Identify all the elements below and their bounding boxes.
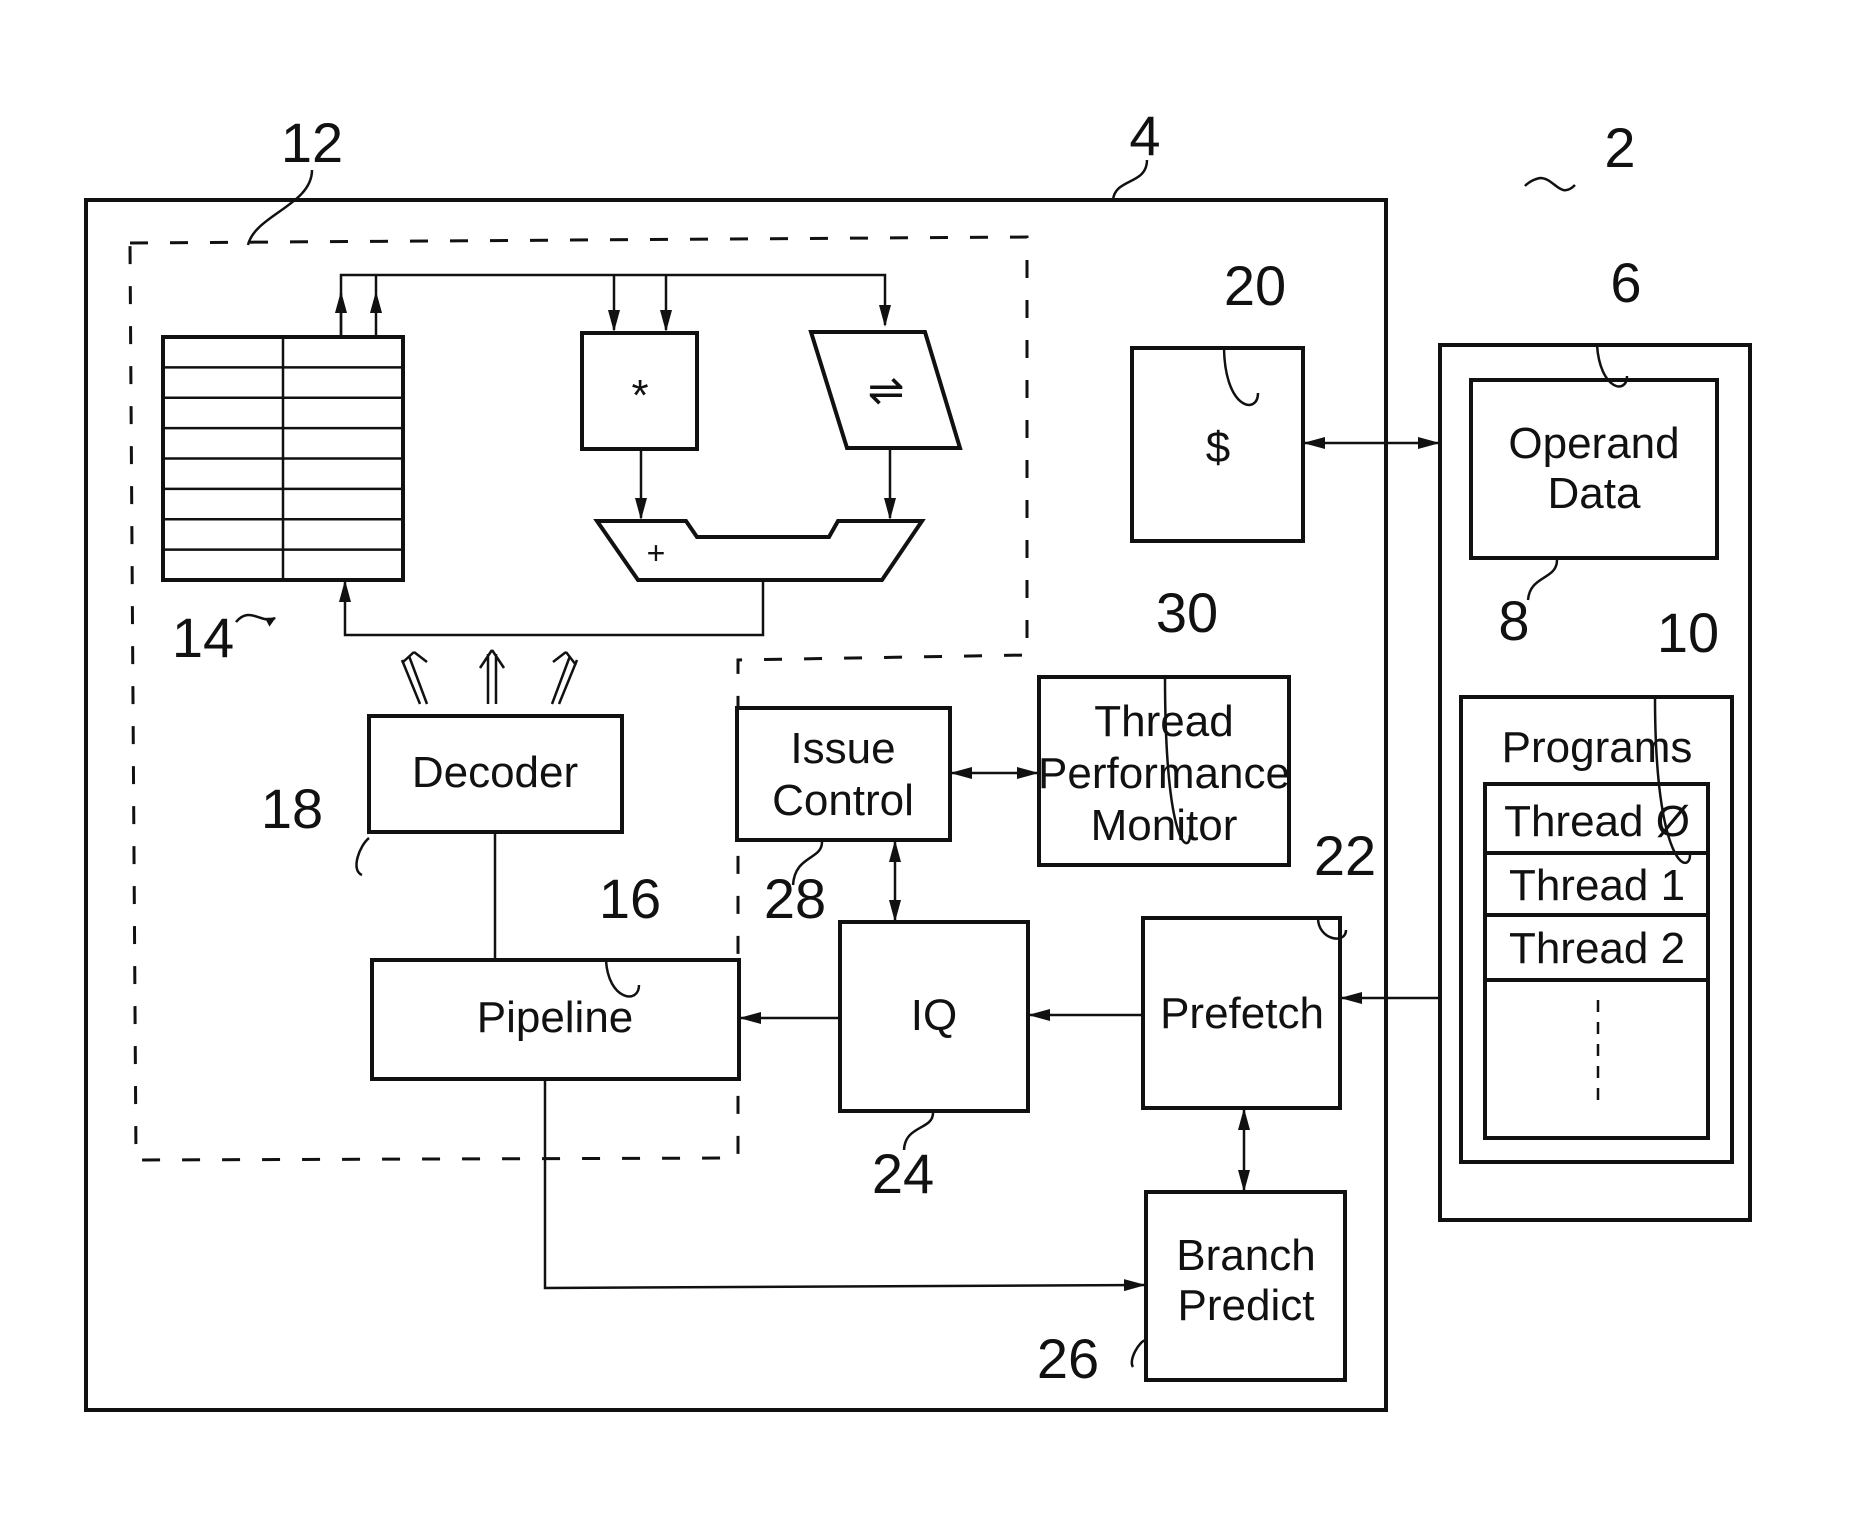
programs-block: Programs Thread Ø Thread 1 Thread 2 — [1459, 695, 1734, 1164]
register-file — [161, 335, 405, 582]
numeral-8: 8 — [1498, 589, 1529, 652]
thread-1-label: Thread 1 — [1509, 861, 1685, 910]
issue-control-label-line1: Issue — [790, 724, 895, 773]
branch-predict-label-line1: Branch — [1176, 1231, 1315, 1280]
pipeline-block: Pipeline — [370, 958, 741, 1081]
thread-2-label: Thread 2 — [1509, 924, 1685, 973]
numeral-4: 4 — [1129, 104, 1160, 167]
multiply-symbol: * — [631, 371, 648, 420]
shifter-unit: ⇌ — [808, 330, 963, 450]
multiplier-unit: * — [580, 331, 699, 451]
numeral-28: 28 — [764, 867, 826, 930]
numeral-14: 14 — [172, 606, 234, 669]
numeral-10: 10 — [1657, 601, 1719, 664]
add-symbol: + — [647, 535, 666, 571]
programs-label: Programs — [1502, 723, 1693, 772]
decoder-control-arrows — [400, 649, 579, 705]
tpm-label-line3: Monitor — [1091, 801, 1238, 850]
branch-predict-block: Branch Predict — [1144, 1190, 1347, 1382]
numeral-22: 22 — [1314, 824, 1376, 887]
numeral-16: 16 — [599, 867, 661, 930]
operand-data-block: Operand Data — [1469, 378, 1719, 560]
numeral-24: 24 — [872, 1142, 934, 1205]
cache-symbol: $ — [1206, 423, 1230, 472]
prefetch-label: Prefetch — [1160, 989, 1324, 1038]
issue-queue-block: IQ — [838, 920, 1030, 1113]
adder-unit: + — [593, 519, 926, 582]
issue-control-block: Issue Control — [735, 706, 952, 842]
issue-control-label-line2: Control — [772, 776, 914, 825]
cache-block: $ — [1130, 346, 1305, 543]
branch-predict-label-line2: Predict — [1178, 1281, 1315, 1330]
decoder-label: Decoder — [412, 748, 578, 797]
numeral-6: 6 — [1610, 251, 1641, 314]
iq-label: IQ — [911, 991, 957, 1040]
processor-block-diagram: * ⇌ + Decoder Pipeline $ Issue Control T… — [84, 104, 1752, 1412]
numeral-12: 12 — [281, 111, 343, 174]
operand-data-label-line2: Data — [1548, 469, 1641, 518]
pipeline-label: Pipeline — [477, 993, 634, 1042]
operand-data-label-line1: Operand — [1508, 419, 1679, 468]
operand-bus — [335, 273, 891, 337]
numeral-2: 2 — [1604, 116, 1635, 179]
numeral-18: 18 — [261, 777, 323, 840]
prefetch-block: Prefetch — [1141, 916, 1342, 1110]
numeral-26: 26 — [1037, 1327, 1099, 1390]
tpm-label-line2: Performance — [1038, 749, 1290, 798]
numeral-30: 30 — [1156, 581, 1218, 644]
decoder-block: Decoder — [367, 714, 624, 834]
numeral-20: 20 — [1224, 254, 1286, 317]
writeback-arrow — [339, 580, 765, 637]
shift-symbol: ⇌ — [868, 366, 905, 415]
